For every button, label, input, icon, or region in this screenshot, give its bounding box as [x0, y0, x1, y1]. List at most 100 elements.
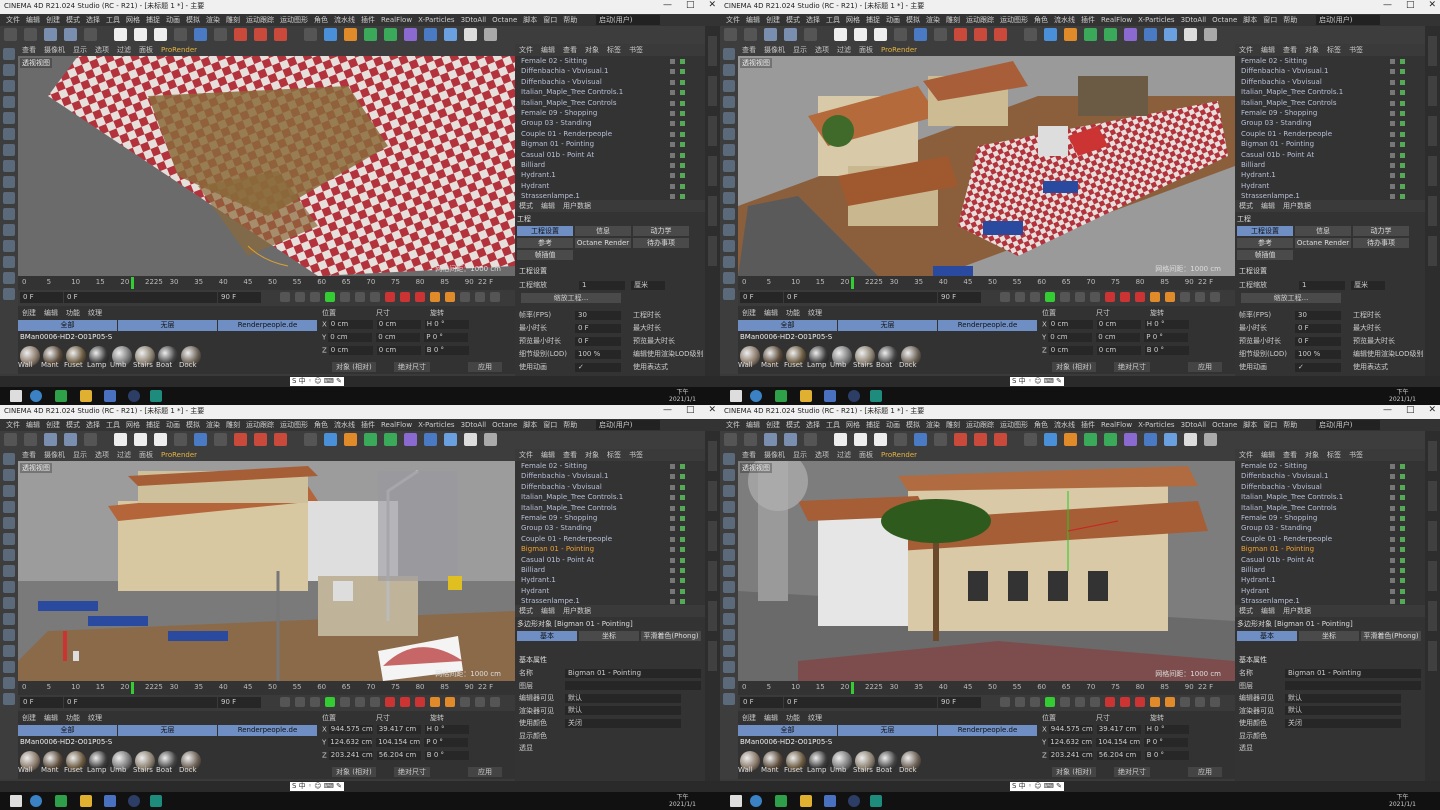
visibility-dot[interactable]	[1390, 484, 1395, 490]
setting-field[interactable]: 0 F	[575, 336, 621, 346]
tag-icon[interactable]	[1400, 100, 1405, 106]
size-mode-select[interactable]: 绝对尺寸	[1114, 362, 1150, 372]
toolbar-tool-icon[interactable]	[874, 433, 887, 446]
layer-tab[interactable]: 全部	[18, 725, 117, 736]
toolbar-tool-icon[interactable]	[464, 28, 477, 41]
visibility-dot[interactable]	[670, 100, 675, 106]
toolbar-tool-icon[interactable]	[1184, 433, 1197, 446]
playback-button[interactable]	[1015, 292, 1025, 302]
material-swatch[interactable]: Mant	[761, 346, 783, 369]
attr-menu-item[interactable]: 模式	[519, 607, 533, 615]
menu-item[interactable]: 渲染	[203, 14, 223, 26]
playback-button[interactable]	[1105, 697, 1115, 707]
tag-icon[interactable]	[680, 131, 685, 137]
material-menu-item[interactable]: 编辑	[44, 714, 58, 722]
toolbar-tool-icon[interactable]	[1204, 433, 1217, 446]
visibility-dot[interactable]	[1390, 162, 1395, 168]
menu-item[interactable]: 动画	[883, 14, 903, 26]
tag-icon[interactable]	[680, 526, 685, 532]
mode-icon[interactable]	[3, 112, 15, 124]
mode-icon[interactable]	[3, 645, 15, 657]
toolbar-tool-icon[interactable]	[1184, 28, 1197, 41]
toolbar-tool-icon[interactable]	[914, 433, 927, 446]
playback-button[interactable]	[1150, 697, 1160, 707]
toolbar-tool-icon[interactable]	[1164, 28, 1177, 41]
side-tab[interactable]	[708, 481, 717, 511]
side-tab[interactable]	[1428, 641, 1437, 671]
visibility-dot[interactable]	[1390, 599, 1395, 605]
size-field[interactable]: 39.417 cm	[376, 725, 421, 734]
visibility-dot[interactable]	[670, 79, 675, 85]
playback-button[interactable]	[415, 697, 425, 707]
folder-icon[interactable]	[80, 390, 92, 402]
toolbar-tool-icon[interactable]	[484, 433, 497, 446]
visibility-dot[interactable]	[1390, 59, 1395, 64]
visibility-dot[interactable]	[670, 536, 675, 542]
mode-icon[interactable]	[723, 549, 735, 561]
viewport-menu-item[interactable]: 过滤	[113, 44, 135, 56]
object-menu-item[interactable]: 标签	[607, 46, 621, 54]
visibility-dot[interactable]	[670, 90, 675, 96]
setting-field[interactable]: 30	[575, 310, 621, 320]
tag-icon[interactable]	[680, 578, 685, 584]
tag-icon[interactable]	[680, 79, 685, 85]
menu-item[interactable]: 运动跟踪	[243, 419, 277, 431]
side-tab[interactable]	[1428, 561, 1437, 591]
attr-menu-item[interactable]: 用户数据	[1283, 607, 1311, 615]
end-frame[interactable]: 90 F	[938, 292, 981, 303]
mode-icon[interactable]	[723, 112, 735, 124]
attr-tab[interactable]: 待办事项	[1353, 238, 1409, 248]
maximize-button[interactable]: □	[1406, 405, 1415, 415]
menu-item[interactable]: X-Particles	[415, 419, 457, 431]
material-swatch[interactable]: Dock	[899, 346, 921, 369]
side-tab[interactable]	[708, 76, 717, 106]
layer-tab[interactable]: Renderpeople.de	[218, 320, 317, 331]
scale-field[interactable]: 1	[1299, 280, 1345, 290]
object-row[interactable]: Group 03 - Standing	[515, 523, 705, 533]
material-swatch[interactable]: Stairs	[133, 346, 155, 369]
menu-item[interactable]: 雕刻	[943, 14, 963, 26]
visibility-dot[interactable]	[670, 194, 675, 200]
mode-icon[interactable]	[723, 661, 735, 673]
material-filter[interactable]: BMan0006-HD2-O01P05-S	[20, 333, 112, 341]
mode-icon[interactable]	[3, 288, 15, 300]
material-menu-item[interactable]: 纹理	[808, 714, 822, 722]
menu-item[interactable]: 编辑	[743, 14, 763, 26]
material-swatch[interactable]: Umb	[110, 346, 132, 369]
ime-toolbar[interactable]: S 中 ◦ ☺ ⌨ ✎	[290, 377, 344, 386]
toolbar-tool-icon[interactable]	[44, 433, 57, 446]
object-row[interactable]: Hydrant	[1235, 586, 1425, 596]
visibility-dot[interactable]	[670, 557, 675, 563]
object-row[interactable]: Italian_Maple_Tree Controls.1	[1235, 87, 1425, 97]
size-field[interactable]: 0 cm	[1096, 320, 1141, 329]
material-swatch[interactable]: Wall	[18, 751, 40, 774]
object-menu-item[interactable]: 书签	[1349, 46, 1363, 54]
object-menu-item[interactable]: 文件	[519, 46, 533, 54]
playback-button[interactable]	[1045, 292, 1055, 302]
rotation-field[interactable]: B 0 °	[1144, 346, 1189, 355]
mode-icon[interactable]	[3, 661, 15, 673]
tag-icon[interactable]	[1400, 162, 1405, 168]
side-tab[interactable]	[708, 521, 717, 551]
toolbar-tool-icon[interactable]	[324, 433, 337, 446]
toolbar-tool-icon[interactable]	[1044, 28, 1057, 41]
object-row[interactable]: Casual 01b - Point At	[1235, 555, 1425, 565]
material-swatch[interactable]: Lamp	[87, 751, 109, 774]
tag-icon[interactable]	[680, 515, 685, 521]
toolbar-tool-icon[interactable]	[84, 433, 97, 446]
preview-range[interactable]: 0 F	[784, 292, 937, 303]
object-menu-item[interactable]: 查看	[563, 451, 577, 459]
attr-menu-item[interactable]: 编辑	[1261, 607, 1275, 615]
visibility-dot[interactable]	[1390, 173, 1395, 179]
visibility-dot[interactable]	[1390, 183, 1395, 189]
playback-button[interactable]	[370, 292, 380, 302]
mode-icon[interactable]	[723, 677, 735, 689]
rotation-field[interactable]: H 0 °	[424, 725, 469, 734]
toolbar-tool-icon[interactable]	[954, 433, 967, 446]
material-menu-item[interactable]: 纹理	[88, 309, 102, 317]
prorender-menu[interactable]: ProRender	[877, 449, 921, 461]
mode-icon[interactable]	[723, 160, 735, 172]
menu-item[interactable]: RealFlow	[1098, 419, 1135, 431]
object-row[interactable]: Casual 01b - Point At	[515, 555, 705, 565]
menu-item[interactable]: 文件	[3, 419, 23, 431]
